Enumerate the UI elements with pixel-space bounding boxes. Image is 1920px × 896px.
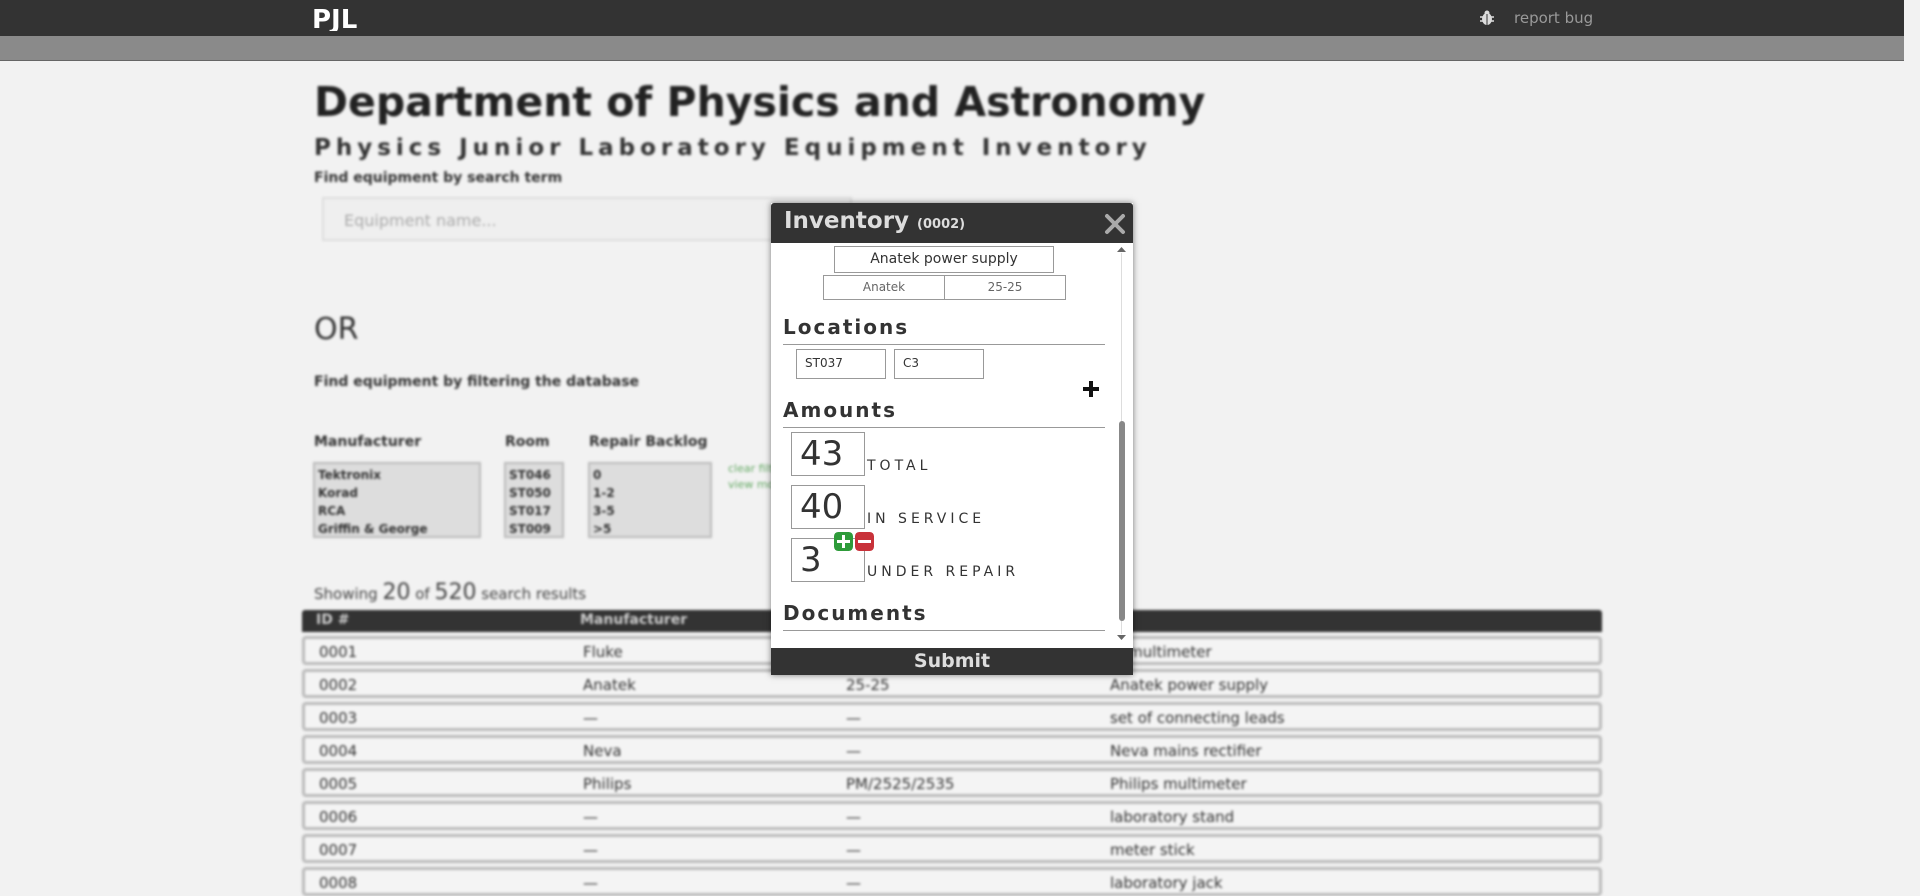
documents-heading: Documents — [783, 601, 1105, 631]
list-item[interactable]: Korad — [318, 484, 476, 502]
cell-manufacturer: — — [583, 709, 598, 727]
cell-model: 25-25 — [846, 676, 890, 694]
model-field[interactable]: 25-25 — [944, 275, 1066, 300]
manufacturer-filter-label: Manufacturer — [314, 434, 422, 450]
manufacturer-field[interactable]: Anatek — [823, 275, 945, 300]
cell-id: 0005 — [319, 775, 358, 793]
table-row[interactable]: 0008— — laboratory jack — [302, 867, 1602, 896]
table-row[interactable]: 0006 — — laboratory stand — [302, 801, 1602, 830]
cell-name: meter stick — [1110, 841, 1195, 859]
cell-manufacturer: — — [583, 841, 598, 859]
report-bug-link[interactable]: report bug — [1514, 9, 1593, 27]
modal-body[interactable]: Anatek power supply Anatek 25-25 Locatio… — [771, 243, 1133, 648]
cell-id: 0001 — [319, 643, 358, 661]
cell-manufacturer: Philips — [583, 775, 632, 793]
list-item[interactable]: 1-2 — [593, 484, 707, 502]
add-location-icon[interactable] — [1082, 380, 1100, 398]
repair-filter-label: Repair Backlog — [589, 434, 708, 450]
cell-manufacturer: Anatek — [583, 676, 636, 694]
column-header-id[interactable]: ID # — [316, 612, 349, 628]
inventory-modal: Inventory (0002) Anatek power supply Ana… — [771, 203, 1133, 675]
location-spot-field[interactable]: C3 — [894, 349, 984, 379]
modal-item-id: (0002) — [917, 217, 966, 232]
bug-icon[interactable] — [1478, 9, 1496, 27]
cell-manufacturer: — — [583, 808, 598, 826]
room-filter-label: Room — [505, 434, 550, 450]
table-row[interactable]: 0003 — — set of connecting leads — [302, 702, 1602, 731]
cell-id: 0002 — [319, 676, 358, 694]
svg-text:PJL: PJL — [312, 5, 357, 31]
modal-header: Inventory (0002) — [771, 203, 1133, 243]
view-more-link[interactable]: view mo — [728, 478, 774, 491]
results-of: of — [415, 585, 430, 603]
cell-id: 0003 — [319, 709, 358, 727]
cell-name: Philips multimeter — [1110, 775, 1247, 793]
total-amount-field[interactable]: 43 — [791, 432, 865, 476]
list-item[interactable]: RCA — [318, 502, 476, 520]
list-item[interactable]: ST009 — [509, 520, 559, 536]
cell-model: PM/2525/2535 — [846, 775, 955, 793]
cell-manufacturer: Fluke — [583, 643, 623, 661]
decrement-repair-icon[interactable] — [855, 532, 874, 551]
filter-label: Find equipment by filtering the database — [314, 374, 640, 390]
cell-name: set of connecting leads — [1110, 709, 1285, 727]
list-item[interactable]: 0 — [593, 466, 707, 484]
results-shown: 20 — [382, 580, 411, 605]
cell-model: — — [846, 841, 861, 859]
list-item[interactable]: ST017 — [509, 502, 559, 520]
cell-name: Anatek power supply — [1110, 676, 1269, 694]
under-repair-label: UNDER REPAIR — [867, 564, 1020, 580]
results-count: Showing 20 of 520 search results — [314, 580, 586, 605]
list-item[interactable]: ST046 — [509, 466, 559, 484]
page-subtitle: Physics Junior Laboratory Equipment Inve… — [314, 135, 1152, 161]
modal-scrollbar-thumb[interactable] — [1119, 421, 1125, 621]
sub-navbar — [0, 36, 1904, 61]
cell-model: — — [846, 742, 861, 760]
cell-id: 0004 — [319, 742, 358, 760]
modal-title: Inventory (0002) — [784, 208, 965, 234]
total-label: TOTAL — [867, 458, 932, 474]
results-prefix: Showing — [314, 585, 378, 603]
close-icon[interactable] — [1104, 213, 1126, 235]
cell-id: 0007 — [319, 841, 358, 859]
cell-id: 0006 — [319, 808, 358, 826]
results-total: 520 — [434, 580, 477, 605]
cell-name: laboratory stand — [1110, 808, 1235, 826]
list-item[interactable]: 3-5 — [593, 502, 707, 520]
list-item[interactable]: Tektronix — [318, 466, 476, 484]
results-suffix: search results — [481, 585, 587, 603]
locations-heading: Locations — [783, 315, 1105, 345]
table-row[interactable]: 0005 Philips PM/2525/2535 Philips multimete… — [302, 768, 1602, 797]
top-navbar: PJL report bug — [0, 0, 1904, 36]
increment-repair-icon[interactable] — [834, 532, 853, 551]
list-item[interactable]: Griffin & George — [318, 520, 476, 536]
column-header-manufacturer[interactable]: Manufacturer — [580, 612, 687, 628]
pjl-logo-icon[interactable]: PJL — [312, 5, 384, 31]
under-repair-amount-field[interactable]: 3 — [791, 538, 865, 582]
clear-filters-link[interactable]: clear filt — [728, 462, 773, 475]
search-label: Find equipment by search term — [314, 170, 563, 186]
list-item[interactable]: >5 — [593, 520, 707, 536]
table-row[interactable]: 0007 — — meter stick — [302, 834, 1602, 863]
modal-title-text: Inventory — [784, 208, 910, 234]
repair-listbox[interactable]: 0 1-2 3-5 >5 — [588, 462, 712, 538]
cell-model: — — [846, 709, 861, 727]
cell-model: — — [846, 808, 861, 826]
equipment-name-field[interactable]: Anatek power supply — [834, 246, 1054, 273]
page-title: Department of Physics and Astronomy — [314, 78, 1206, 126]
manufacturer-listbox[interactable]: Tektronix Korad RCA Griffin & George — [313, 462, 481, 538]
submit-button[interactable]: Submit — [771, 648, 1133, 675]
or-divider: OR — [314, 312, 359, 347]
list-item[interactable]: ST050 — [509, 484, 559, 502]
cell-name: Neva mains rectifier — [1110, 742, 1262, 760]
location-room-field[interactable]: ST037 — [796, 349, 886, 379]
amounts-heading: Amounts — [783, 398, 1105, 428]
table-row[interactable]: 0004 Neva — Neva mains rectifier — [302, 735, 1602, 764]
cell-manufacturer: Neva — [583, 742, 622, 760]
in-service-label: IN SERVICE — [867, 511, 986, 527]
room-listbox[interactable]: ST046 ST050 ST017 ST009 — [504, 462, 564, 538]
in-service-amount-field[interactable]: 40 — [791, 485, 865, 529]
